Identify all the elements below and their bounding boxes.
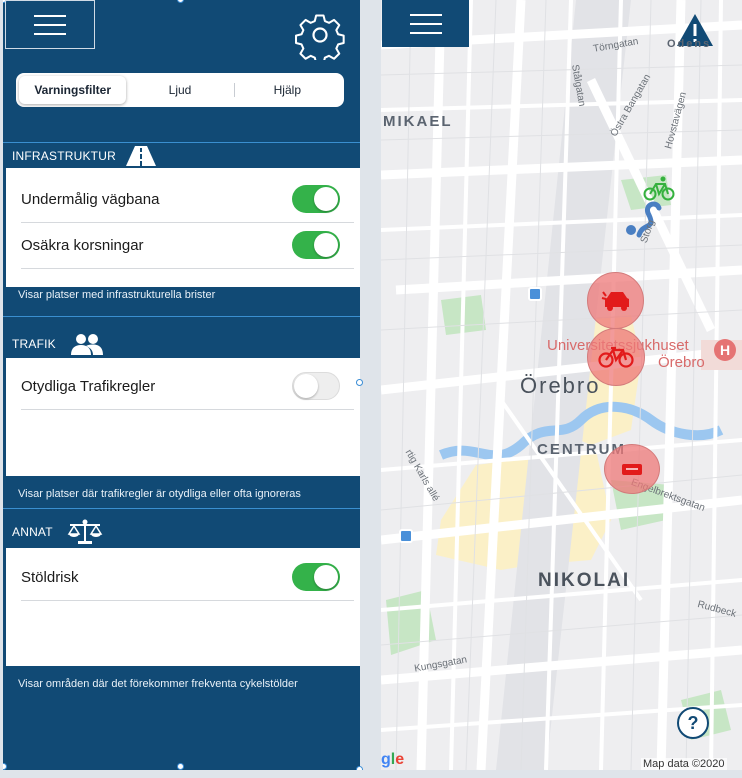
district-label: MIKAEL: [383, 113, 453, 130]
osakra-korsningar-toggle[interactable]: [292, 231, 340, 259]
help-button[interactable]: ?: [677, 707, 709, 739]
stoldrisk-toggle[interactable]: [292, 563, 340, 591]
tab-varningsfilter[interactable]: Varningsfilter: [19, 76, 127, 104]
section-header-trafik: TRAFIK: [3, 331, 360, 357]
otydliga-trafikregler-toggle[interactable]: [292, 372, 340, 400]
undermalig-vagbana-toggle[interactable]: [292, 185, 340, 213]
toggle-row-undermalig-vagbana: Undermålig vägbana: [21, 176, 354, 223]
bicycle-lane-icon: [643, 176, 675, 201]
selection-handle: [177, 763, 184, 770]
pothole-marker[interactable]: [604, 444, 660, 494]
toggle-row-osakra-korsningar: Osäkra korsningar: [21, 222, 354, 269]
gear-icon[interactable]: [295, 10, 345, 60]
car-crash-marker[interactable]: [587, 272, 644, 329]
map-menu-button[interactable]: [382, 0, 469, 47]
hospital-label: Örebro: [658, 354, 705, 371]
tab-ljud[interactable]: Ljud: [126, 76, 233, 104]
hamburger-icon: [409, 13, 442, 16]
section-header-infrastruktur: INFRASTRUKTUR: [3, 142, 360, 168]
section-description: Visar platser med infrastrukturella bris…: [18, 289, 216, 301]
car-crash-icon: [601, 290, 629, 311]
section-header-annat: ANNAT: [3, 519, 360, 545]
bus-station-icon: [399, 529, 413, 543]
google-logo: gle: [381, 751, 405, 768]
bicycle-marker[interactable]: [587, 328, 645, 386]
selection-handle: [356, 379, 363, 386]
district-label: NIKOLAI: [538, 570, 631, 591]
toggle-label: Otydliga Trafikregler: [21, 377, 156, 395]
canvas-background: [0, 770, 742, 778]
hospital-icon: H: [714, 339, 736, 361]
map-view[interactable]: Odens Törngatan Stålgatan Östra Bangatan…: [381, 0, 742, 770]
toggle-label: Stöldrisk: [21, 568, 79, 586]
map-attribution: Map data ©2020: [641, 758, 727, 770]
section-title: INFRASTRUKTUR: [12, 148, 116, 163]
settings-panel: Varningsfilter Ljud Hjälp INFRASTRUKTUR …: [3, 0, 360, 770]
toggle-row-stoldrisk: Stöldrisk: [21, 554, 354, 601]
section-title: TRAFIK: [12, 337, 56, 351]
tab-bar: Varningsfilter Ljud Hjälp: [16, 73, 344, 107]
section-description: Visar områden där det förekommer frekven…: [18, 678, 298, 690]
pothole-icon: [622, 464, 642, 475]
toggle-label: Osäkra korsningar: [21, 236, 144, 254]
toggle-row-otydliga-trafikregler: Otydliga Trafikregler: [21, 363, 354, 410]
bicycle-icon: [598, 346, 634, 368]
selection-handle: [3, 763, 7, 770]
scales-icon: [67, 519, 103, 545]
train-station-icon: [528, 287, 542, 301]
road-icon: [124, 145, 158, 167]
tab-hjalp[interactable]: Hjälp: [233, 76, 341, 104]
street-label: Odens: [667, 38, 712, 50]
hamburger-icon: [34, 14, 66, 17]
section-card-infrastruktur: Undermålig vägbana Osäkra korsningar: [6, 168, 360, 287]
selection-handle: [177, 0, 184, 3]
section-card-trafik: Otydliga Trafikregler: [6, 358, 360, 476]
section-description: Visar platser där trafikregler är otydli…: [18, 488, 301, 500]
city-label: Örebro: [520, 373, 601, 398]
toggle-label: Undermålig vägbana: [21, 190, 160, 208]
divider: [3, 508, 360, 509]
people-icon: [70, 332, 104, 356]
menu-button[interactable]: [5, 0, 95, 49]
section-card-annat: Stöldrisk: [6, 548, 360, 666]
section-title: ANNAT: [12, 525, 53, 539]
divider: [3, 316, 360, 317]
